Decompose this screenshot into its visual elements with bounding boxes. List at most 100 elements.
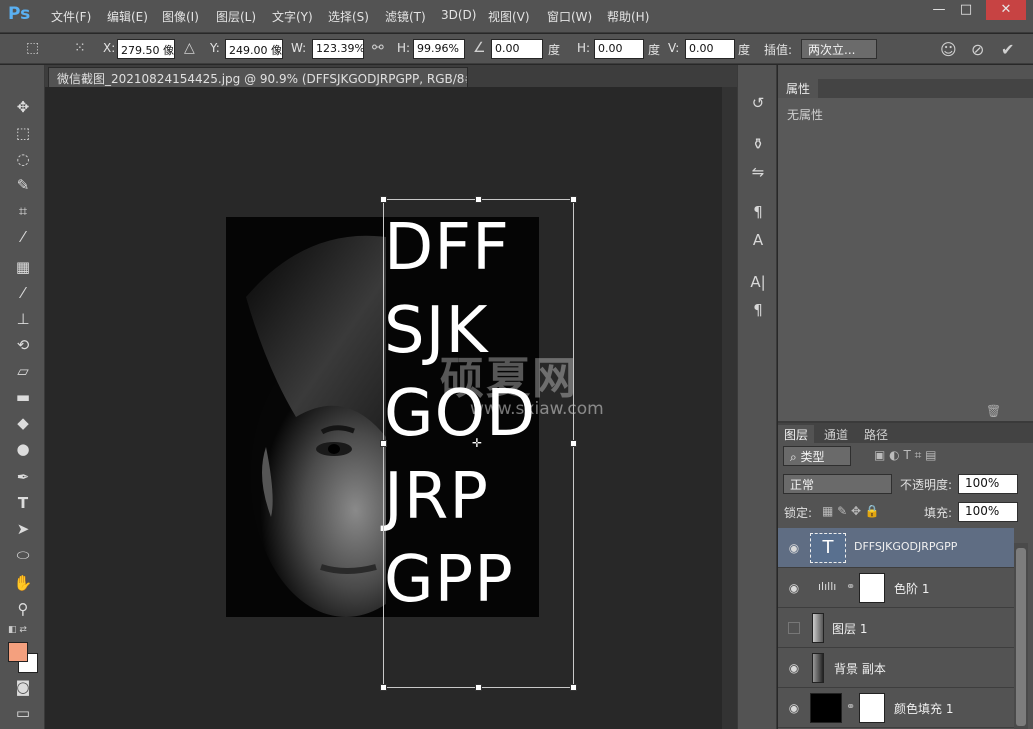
menu-filter[interactable]: 滤镜(T): [385, 8, 426, 25]
document-tab[interactable]: 微信截图_20210824154425.jpg @ 90.9% (DFFSJKG…: [48, 67, 468, 87]
canvas-area[interactable]: DFF SJK GOD JRP GPP 硕夏网 www.sxiaw.com ✛: [45, 87, 722, 729]
menu-image[interactable]: 图像(I): [162, 8, 199, 25]
opacity-field[interactable]: 100%: [958, 474, 1018, 494]
zoom-tool-icon[interactable]: ⚲: [10, 597, 36, 621]
vskew-field[interactable]: 0.00: [685, 39, 735, 59]
transform-handle-bc[interactable]: [475, 684, 482, 691]
clone-stamp-tool-icon[interactable]: ⊥: [10, 307, 36, 331]
hskew-field[interactable]: 0.00: [594, 39, 644, 59]
interpolation-select[interactable]: 两次立...: [801, 39, 877, 59]
lock-label: 锁定:: [784, 506, 813, 520]
marquee-tool-icon[interactable]: ⬚: [10, 121, 36, 145]
paragraph-styles-icon[interactable]: ¶: [747, 201, 769, 223]
layer-filter-icons[interactable]: ▣ ◐ T ⌗ ▤: [874, 448, 937, 463]
tab-paths[interactable]: 路径: [858, 425, 894, 443]
default-colors-icon[interactable]: ◧ ⇄: [8, 625, 27, 635]
close-button[interactable]: ✕: [986, 0, 1026, 20]
hskew-label: H:: [577, 41, 591, 55]
path-select-tool-icon[interactable]: ➤: [10, 517, 36, 541]
transform-handle-mr[interactable]: [570, 440, 577, 447]
history-panel-icon[interactable]: ↺: [747, 92, 769, 114]
menu-help[interactable]: 帮助(H): [607, 8, 649, 25]
tab-channels[interactable]: 通道: [818, 425, 854, 443]
quick-mask-icon[interactable]: ◙: [10, 675, 36, 699]
visibility-toggle-off[interactable]: [788, 622, 800, 634]
angle-field[interactable]: 0.00: [491, 39, 543, 59]
layer-row-levels[interactable]: ◉ ılıllı ⚭ 色阶 1: [778, 568, 1014, 608]
visibility-eye-icon[interactable]: ◉: [786, 540, 802, 556]
crop-tool-icon[interactable]: ⌗: [10, 199, 36, 223]
transform-handle-tl[interactable]: [380, 196, 387, 203]
transform-handle-bl[interactable]: [380, 684, 387, 691]
foreground-color-swatch[interactable]: [8, 642, 28, 662]
relative-position-icon[interactable]: △: [184, 40, 195, 56]
transform-center-icon[interactable]: ✛: [472, 436, 482, 450]
reference-point-icon[interactable]: ⁙: [74, 40, 86, 56]
character-styles-icon[interactable]: A: [747, 229, 769, 251]
hskew-unit: 度: [648, 43, 661, 57]
minimize-button[interactable]: —: [925, 0, 953, 20]
visibility-eye-icon[interactable]: ◉: [786, 580, 802, 596]
quick-select-tool-icon[interactable]: ✎: [10, 173, 36, 197]
menu-type[interactable]: 文字(Y): [272, 8, 313, 25]
warp-icon[interactable]: ☺: [940, 40, 957, 59]
lock-icons[interactable]: ▦ ✎ ✥ 🔒: [822, 504, 880, 518]
hand-tool-icon[interactable]: ✋: [10, 571, 36, 595]
move-tool-icon[interactable]: ✥: [10, 95, 36, 119]
lasso-tool-icon[interactable]: ◌: [10, 147, 36, 171]
cancel-transform-icon[interactable]: ⊘: [971, 40, 984, 59]
width-field[interactable]: 123.39%: [312, 39, 364, 59]
visibility-eye-icon[interactable]: ◉: [786, 660, 802, 676]
history-brush-tool-icon[interactable]: ⟲: [10, 333, 36, 357]
menu-select[interactable]: 选择(S): [328, 8, 369, 25]
x-field[interactable]: 279.50 像: [117, 39, 175, 59]
layer-filter-select[interactable]: ⌕ 类型: [783, 446, 851, 466]
transform-handle-tr[interactable]: [570, 196, 577, 203]
eraser-tool-icon[interactable]: ▱: [10, 359, 36, 383]
layer-row-layer1[interactable]: 图层 1: [778, 608, 1014, 648]
layer-row-background-copy[interactable]: ◉ 背景 副本: [778, 648, 1014, 688]
gradient-tool-icon[interactable]: ▬: [10, 385, 36, 409]
brush-tool-icon[interactable]: ⁄: [10, 281, 36, 305]
visibility-eye-icon[interactable]: ◉: [786, 700, 802, 716]
screen-mode-icon[interactable]: ▭: [10, 701, 36, 725]
canvas-scrollbar[interactable]: [722, 87, 737, 729]
tab-layers[interactable]: 图层: [778, 425, 815, 443]
transform-tool-icon[interactable]: ⬚: [26, 40, 39, 56]
transform-handle-br[interactable]: [570, 684, 577, 691]
menu-edit[interactable]: 编辑(E): [107, 8, 148, 25]
menu-layer[interactable]: 图层(L): [216, 8, 256, 25]
character-panel-icon[interactable]: A|: [747, 271, 769, 293]
ellipse-tool-icon[interactable]: ⬭: [10, 543, 36, 567]
y-field[interactable]: 249.00 像: [225, 39, 283, 59]
healing-brush-tool-icon[interactable]: ▦: [10, 255, 36, 279]
layer-row-text[interactable]: ◉ T DFFSJKGODJRPGPP: [778, 528, 1014, 568]
layers-tab-bar: 图层 通道 路径: [778, 423, 1033, 443]
blend-mode-select[interactable]: 正常: [783, 474, 892, 494]
layer-row-color-fill[interactable]: ◉ ⚭ 颜色填充 1: [778, 688, 1014, 728]
paragraph-panel-icon[interactable]: ¶: [747, 299, 769, 321]
height-field[interactable]: 99.96%: [413, 39, 465, 59]
menu-view[interactable]: 视图(V): [488, 8, 530, 25]
dodge-tool-icon[interactable]: ●: [10, 437, 36, 461]
adjustments-icon[interactable]: ⇋: [747, 161, 769, 183]
menu-file[interactable]: 文件(F): [51, 8, 91, 25]
trash-icon[interactable]: 🗑: [986, 404, 1001, 418]
link-icon[interactable]: ⚯: [372, 40, 384, 56]
eyedropper-tool-icon[interactable]: ⁄: [10, 225, 36, 249]
transform-handle-tc[interactable]: [475, 196, 482, 203]
menu-window[interactable]: 窗口(W): [547, 8, 592, 25]
transform-handle-ml[interactable]: [380, 440, 387, 447]
maximize-button[interactable]: □: [952, 0, 980, 20]
fill-field[interactable]: 100%: [958, 502, 1018, 522]
commit-transform-icon[interactable]: ✔: [1001, 40, 1014, 59]
pen-tool-icon[interactable]: ✒: [10, 465, 36, 489]
properties-tab[interactable]: 属性: [778, 79, 818, 98]
transform-bounding-box[interactable]: ✛: [380, 196, 577, 691]
blur-tool-icon[interactable]: ◆: [10, 411, 36, 435]
document-tab-title: 微信截图_20210824154425.jpg @ 90.9% (DFFSJKG…: [57, 72, 468, 86]
layers-scrollbar-thumb[interactable]: [1016, 548, 1026, 726]
menu-3d[interactable]: 3D(D): [441, 8, 476, 22]
brush-presets-icon[interactable]: ⚱: [747, 133, 769, 155]
type-tool-icon[interactable]: T: [10, 491, 36, 515]
